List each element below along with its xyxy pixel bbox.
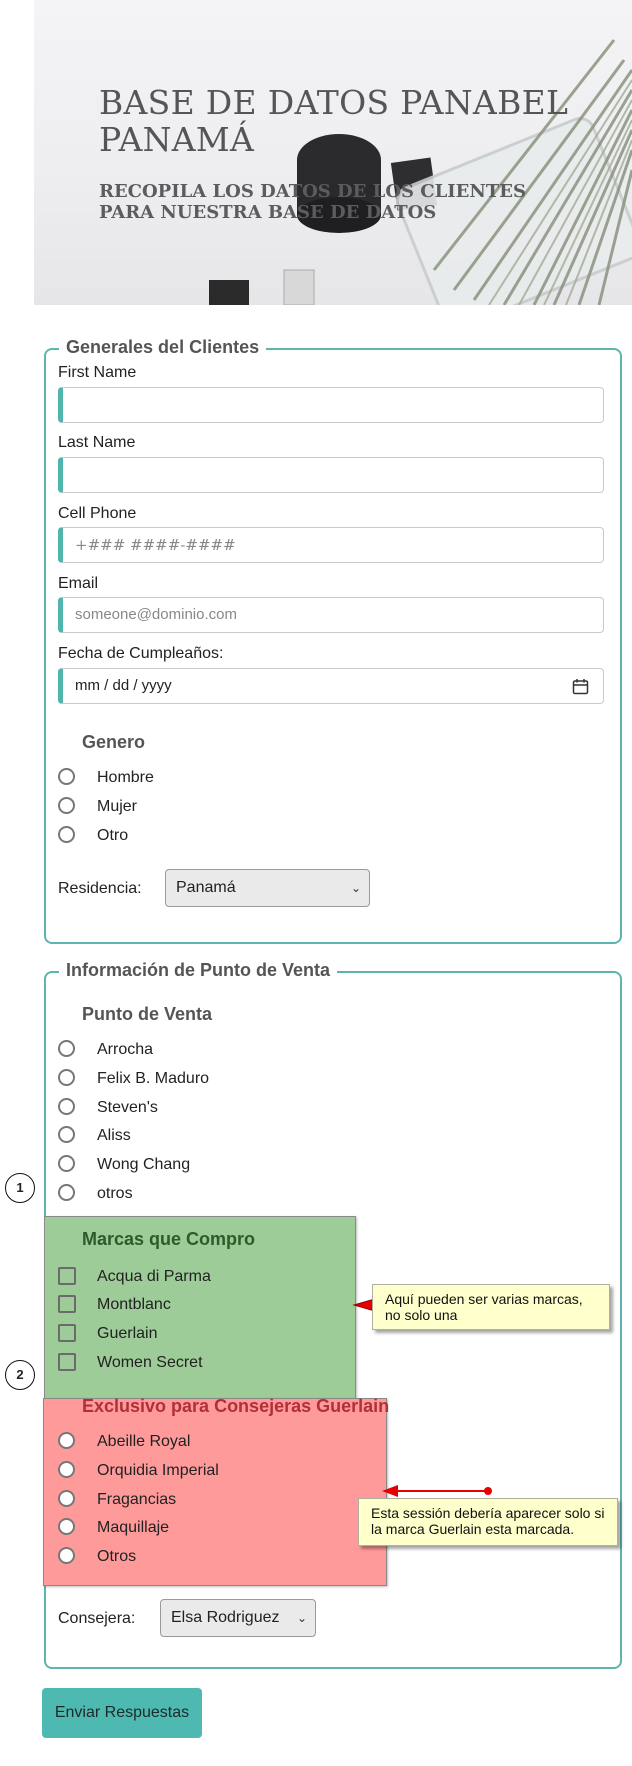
marca-checkbox-montblanc[interactable] [58,1295,76,1313]
guerlain-option-label: Otros [97,1548,137,1565]
marca-checkbox-women-secret[interactable] [58,1353,76,1371]
residencia-label: Residencia: [58,880,142,897]
marca-checkbox-guerlain[interactable] [58,1324,76,1342]
consejera-value: Elsa Rodriguez [171,1609,280,1626]
guerlain-radio-abeille[interactable] [58,1432,75,1449]
guerlain-title: Exclusivo para Consejeras Guerlain [82,1396,390,1416]
punto-radio-otros[interactable] [58,1184,75,1201]
punto-radio-arrocha[interactable] [58,1040,75,1057]
venta-legend: Información de Punto de Venta [59,960,338,981]
residencia-select[interactable]: Panamá ⌄ [165,869,370,907]
cell-phone-label: Cell Phone [58,505,137,522]
punto-radio-stevens[interactable] [58,1098,75,1115]
chevron-down-icon: ⌄ [350,881,361,895]
punto-option-label: Felix B. Maduro [97,1070,210,1087]
last-name-input[interactable] [58,457,604,493]
guerlain-radio-otros[interactable] [58,1547,75,1564]
annotation-marker-2: 2 [5,1360,35,1390]
marca-option-label: Acqua di Parma [97,1268,211,1285]
punto-option-label: Arrocha [97,1041,154,1058]
genero-radio-otro[interactable] [58,826,75,843]
marca-option-label: Montblanc [97,1296,171,1313]
first-name-input[interactable] [58,387,604,423]
marca-checkbox-acqua[interactable] [58,1267,76,1285]
guerlain-option-label: Orquidia Imperial [97,1462,219,1479]
genero-option-label: Otro [97,827,129,844]
annotation-marker-1: 1 [5,1173,35,1203]
calendar-icon[interactable] [572,678,589,695]
chevron-down-icon: ⌄ [296,1611,307,1625]
genero-option-label: Hombre [97,769,154,786]
hero-subtitle: RECOPILA LOS DATOS DE LOS CLIENTES PARA … [99,181,526,223]
submit-button[interactable]: Enviar Respuestas [42,1688,202,1738]
punto-option-label: Wong Chang [97,1156,191,1173]
punto-radio-felix[interactable] [58,1069,75,1086]
genero-title: Genero [82,732,146,752]
punto-radio-aliss[interactable] [58,1126,75,1143]
hero-banner: BASE DE DATOS PANABEL PANAMÁ RECOPILA LO… [34,0,632,305]
punto-radio-wong-chang[interactable] [58,1155,75,1172]
first-name-label: First Name [58,364,137,381]
consejera-select[interactable]: Elsa Rodriguez ⌄ [160,1599,316,1637]
punto-option-label: Steven's [97,1099,158,1116]
punto-de-venta-title: Punto de Venta [82,1004,213,1024]
note-varias-marcas: Aquí pueden ser varias marcas, no solo u… [372,1284,610,1330]
guerlain-option-label: Fragancias [97,1491,177,1508]
generales-legend: Generales del Clientes [59,337,267,358]
guerlain-option-label: Maquillaje [97,1519,170,1536]
guerlain-radio-orquidia[interactable] [58,1461,75,1478]
genero-radio-mujer[interactable] [58,797,75,814]
guerlain-radio-fragancias[interactable] [58,1490,75,1507]
marcas-title: Marcas que Compro [82,1229,256,1249]
birthday-placeholder: mm / dd / yyyy [75,677,172,694]
marca-option-label: Women Secret [97,1354,203,1371]
marca-option-label: Guerlain [97,1325,158,1342]
birthday-label: Fecha de Cumpleaños: [58,645,224,662]
hero-title: BASE DE DATOS PANABEL PANAMÁ [99,83,569,159]
genero-radio-hombre[interactable] [58,768,75,785]
residencia-value: Panamá [176,879,236,896]
email-label: Email [58,575,99,592]
punto-option-label: otros [97,1185,133,1202]
cell-phone-input[interactable]: +### ####-#### [58,527,604,563]
guerlain-radio-maquillaje[interactable] [58,1518,75,1535]
birthday-date-input[interactable]: mm / dd / yyyy [58,668,604,704]
consejera-label: Consejera: [58,1610,136,1627]
guerlain-option-label: Abeille Royal [97,1433,191,1450]
note-guerlain-condicion: Esta sessión debería aparecer solo si la… [358,1498,618,1546]
last-name-label: Last Name [58,434,136,451]
guerlain-panel [43,1398,387,1586]
genero-option-label: Mujer [97,798,138,815]
email-input[interactable]: someone@dominio.com [58,597,604,633]
punto-option-label: Aliss [97,1127,131,1144]
